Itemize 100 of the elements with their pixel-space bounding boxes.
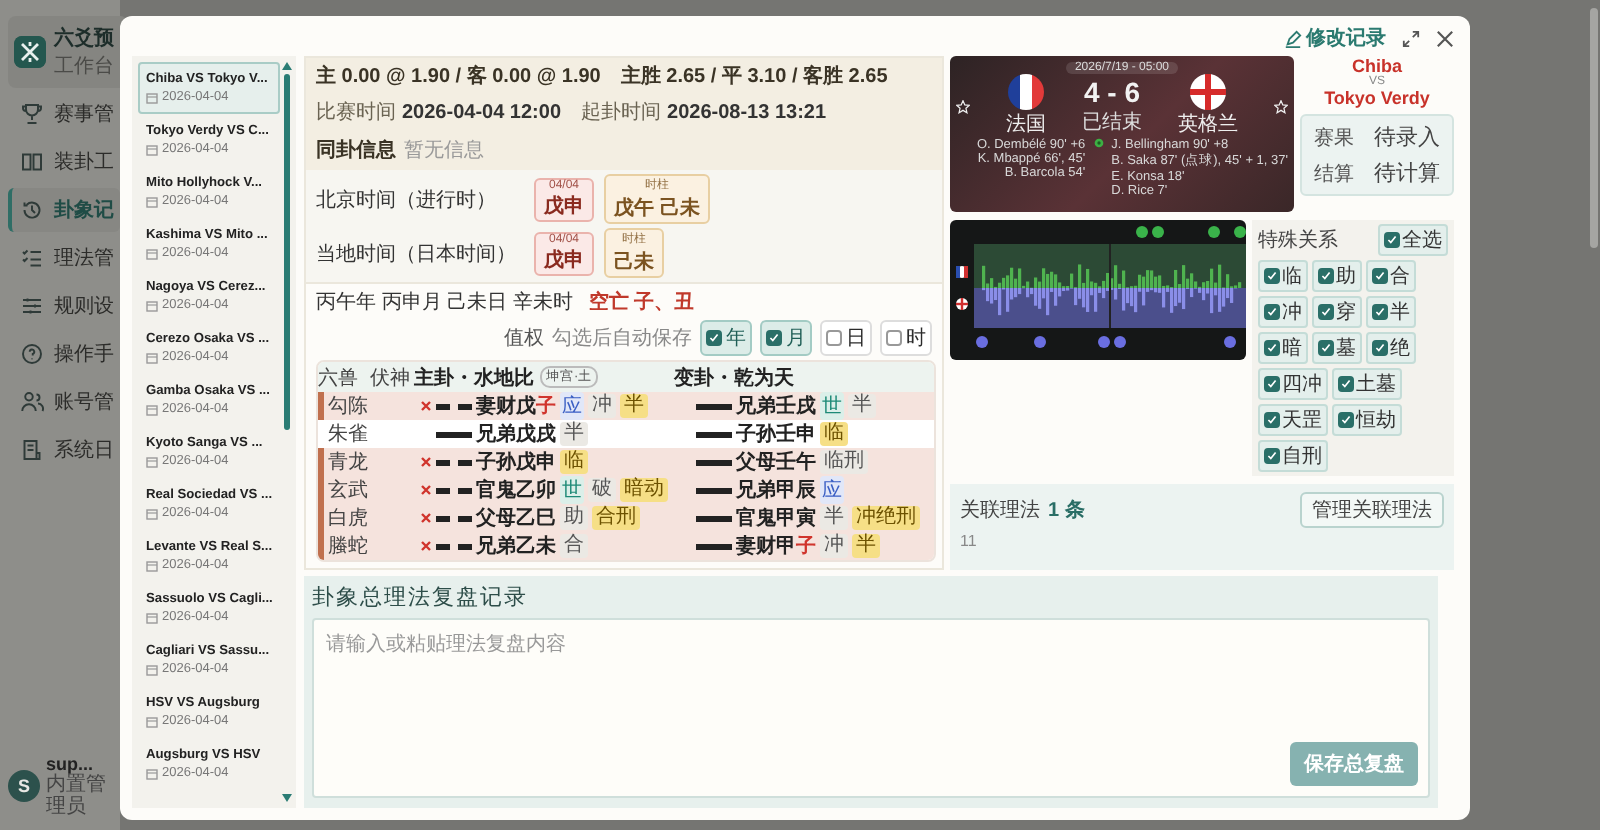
result-label: 结算 [1314, 161, 1354, 187]
pencil-icon [1284, 29, 1302, 47]
result-label: 赛果 [1314, 125, 1354, 151]
weight-label: 值权 [504, 325, 544, 352]
relation-checkbox[interactable]: 天罡 [1258, 404, 1328, 436]
cross-icon [420, 484, 432, 496]
cross-icon [420, 512, 432, 524]
checkbox[interactable] [1264, 376, 1280, 392]
column-header: 六兽 [318, 365, 360, 391]
relation-checkbox[interactable]: 恒劫 [1332, 404, 1402, 436]
relation-checkbox[interactable]: 合 [1366, 260, 1416, 292]
relation-checkbox[interactable]: 四冲 [1258, 368, 1328, 400]
cross-icon [420, 456, 432, 468]
nav-item[interactable]: 理法管 [8, 236, 120, 280]
checkbox[interactable] [1264, 268, 1280, 284]
calendar-icon [146, 299, 158, 311]
relation-tag: 半 [560, 422, 588, 446]
relation-checkbox[interactable]: 自刑 [1258, 440, 1328, 472]
manage-laws-button[interactable]: 管理关联理法 [1300, 492, 1444, 528]
relation-tag: 合 [560, 534, 588, 558]
calendar-icon [146, 559, 158, 571]
relation-checkbox[interactable]: 半 [1366, 296, 1416, 328]
autosave-hint: 勾选后自动保存 [552, 325, 692, 352]
result-value: 待计算 [1374, 160, 1440, 188]
relation-checkbox[interactable]: 助 [1312, 260, 1362, 292]
weight-checkbox[interactable]: 年 [700, 320, 752, 356]
nav-item[interactable]: 规则设 [8, 284, 120, 328]
nav-item[interactable]: 系统日 [8, 428, 120, 472]
home-team: Chiba [1351, 56, 1402, 76]
weight-checkbox[interactable]: 日 [820, 320, 872, 356]
checkbox[interactable] [1318, 268, 1334, 284]
checkbox[interactable] [1318, 304, 1334, 320]
field-value: 暂无信息 [404, 140, 484, 162]
relation-tag: 半 [848, 394, 876, 418]
scrollbar[interactable] [1590, 8, 1598, 248]
checkbox[interactable] [1372, 268, 1388, 284]
calendar-icon [146, 143, 158, 155]
field-value: 2026-04-04 12:00 [402, 102, 562, 124]
beast-label: 玄武 [326, 477, 370, 504]
checkbox[interactable] [1338, 412, 1354, 428]
relation-checkbox[interactable]: 临 [1258, 260, 1308, 292]
column-header: 主卦・水地比 [414, 364, 534, 391]
relation-tag: 合刑 [592, 506, 640, 530]
star-icon[interactable] [956, 99, 970, 113]
scroll-up-icon[interactable] [282, 62, 292, 70]
select-all-checkbox[interactable]: 全选 [1378, 224, 1448, 256]
column-header: 伏神 [370, 365, 412, 391]
checkbox[interactable] [1318, 340, 1334, 356]
beast-label: 朱雀 [326, 421, 370, 448]
history-icon [20, 198, 44, 222]
beast-label: 螣蛇 [326, 533, 370, 560]
weight-checkbox[interactable]: 时 [880, 320, 932, 356]
app-title: 六爻预 [54, 24, 114, 52]
checkbox[interactable] [1264, 448, 1280, 464]
scrollbar-thumb[interactable] [284, 74, 290, 430]
user-role: 内置管理员 [46, 774, 108, 818]
calendar-icon [146, 455, 158, 467]
relation-tag: 破 [588, 478, 616, 502]
relation-checkbox[interactable]: 冲 [1258, 296, 1308, 328]
relation-tag: 冲 [820, 534, 848, 558]
checkbox[interactable] [766, 330, 782, 346]
close-icon[interactable] [1436, 29, 1454, 47]
expand-icon[interactable] [1402, 29, 1420, 47]
checkbox[interactable] [1264, 340, 1280, 356]
line-label: 兄弟戊戌 [476, 421, 556, 448]
nav-item[interactable]: 赛事管 [8, 92, 120, 136]
relation-checkbox[interactable]: 土墓 [1332, 368, 1402, 400]
relation-tag: 助 [560, 506, 588, 530]
checkbox[interactable] [1264, 412, 1280, 428]
relation-checkbox[interactable]: 绝 [1366, 332, 1416, 364]
review-title: 卦象总理法复盘记录 [312, 582, 530, 612]
relation-tag: 临刑 [820, 450, 868, 474]
relation-tag: 冲 [588, 394, 616, 418]
relation-tag: 半 [820, 506, 848, 530]
user-name: sup... [46, 754, 96, 774]
relation-checkbox[interactable]: 穿 [1312, 296, 1362, 328]
checkbox[interactable] [1372, 304, 1388, 320]
star-icon[interactable] [1274, 99, 1288, 113]
cross-icon [420, 540, 432, 552]
calendar-icon [146, 611, 158, 623]
relation-tag: 半 [620, 394, 648, 418]
team-name: 英格兰 [1178, 111, 1238, 138]
nav-item[interactable]: 账号管 [8, 380, 120, 424]
checkbox[interactable] [1338, 376, 1354, 392]
help-icon [20, 342, 44, 366]
checkbox[interactable] [886, 330, 902, 346]
edit-history-link[interactable]: 修改记录 [1284, 24, 1386, 52]
relation-checkbox[interactable]: 墓 [1312, 332, 1362, 364]
relation-checkbox[interactable]: 暗 [1258, 332, 1308, 364]
nav-item[interactable]: 装卦工 [8, 140, 120, 184]
checkbox[interactable] [1372, 340, 1388, 356]
handicap-odds: 主 0.00 @ 1.90 / 客 0.00 @ 1.90 [316, 62, 601, 90]
weight-checkbox[interactable]: 月 [760, 320, 812, 356]
checkbox[interactable] [1264, 304, 1280, 320]
panel-title: 关联理法 [960, 497, 1040, 524]
checkbox[interactable] [826, 330, 842, 346]
nav-item[interactable]: 操作手 [8, 332, 120, 376]
scroll-down-icon[interactable] [282, 794, 292, 802]
checkbox[interactable] [1384, 232, 1400, 248]
checkbox[interactable] [706, 330, 722, 346]
